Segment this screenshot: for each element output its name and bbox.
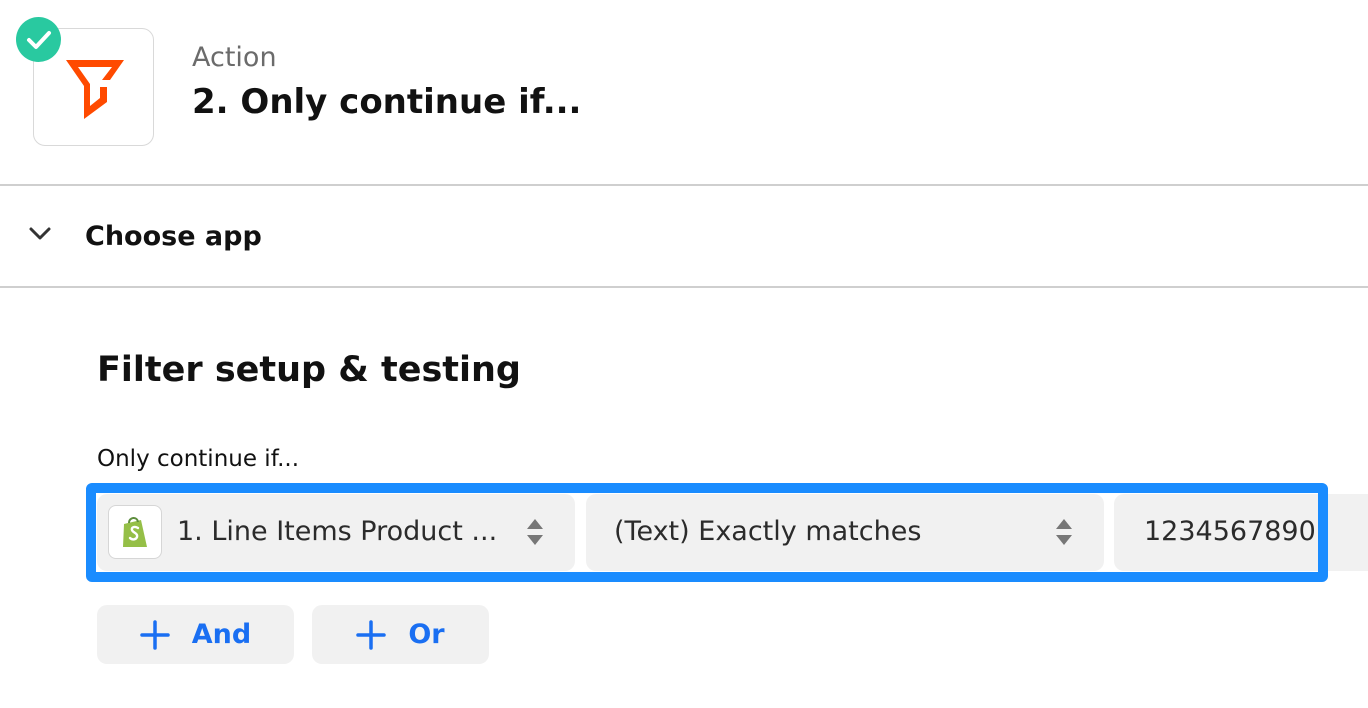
plus-icon — [356, 619, 387, 650]
add-and-condition-button[interactable]: And — [97, 605, 294, 664]
filter-setup-heading: Filter setup & testing — [97, 350, 521, 390]
add-or-condition-button[interactable]: Or — [312, 605, 489, 664]
zap-step-editor: Action 2. Only continue if... Choose app… — [0, 0, 1368, 708]
value-input-text: 1234567890 — [1144, 516, 1316, 547]
field-select-value: 1. Line Items Product ... — [177, 516, 498, 547]
or-button-label: Or — [408, 619, 445, 650]
divider — [0, 286, 1368, 288]
shopify-icon — [108, 505, 162, 559]
only-continue-if-label: Only continue if... — [97, 446, 300, 472]
filter-icon — [66, 60, 124, 119]
condition-select[interactable]: (Text) Exactly matches — [586, 494, 1104, 571]
step-title: 2. Only continue if... — [192, 82, 582, 122]
sort-arrows-icon — [1056, 519, 1072, 545]
and-button-label: And — [191, 619, 252, 650]
choose-app-label: Choose app — [85, 221, 262, 252]
field-select[interactable]: 1. Line Items Product ... — [97, 494, 575, 571]
chevron-down-icon — [29, 227, 51, 240]
step-type-label: Action — [192, 42, 277, 73]
sort-arrows-icon — [527, 519, 543, 545]
check-icon — [16, 17, 61, 62]
condition-select-value: (Text) Exactly matches — [614, 516, 922, 547]
choose-app-section-toggle[interactable]: Choose app — [0, 186, 1368, 286]
plus-icon — [140, 619, 170, 650]
value-input[interactable]: 1234567890 — [1114, 494, 1368, 571]
